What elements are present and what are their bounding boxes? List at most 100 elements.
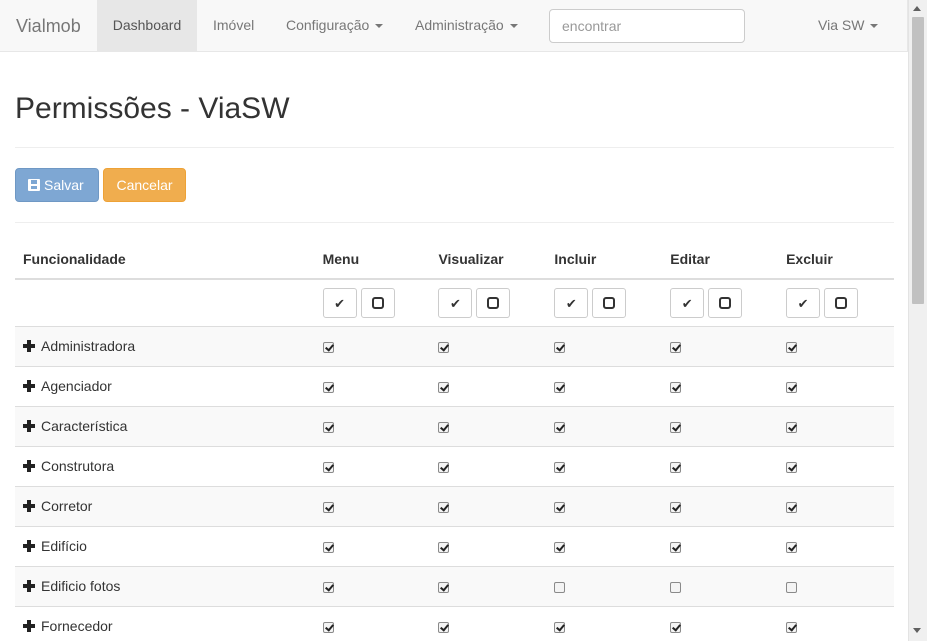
expand-plus-icon[interactable] xyxy=(23,580,35,592)
funcionalidade-label: Administradora xyxy=(41,338,136,354)
perm-cell-editar xyxy=(662,325,779,366)
incluir-checkbox[interactable] xyxy=(554,581,566,593)
divider xyxy=(15,222,894,223)
check-all-visualizar-button[interactable]: ✔ xyxy=(438,287,473,318)
excluir-checkbox[interactable] xyxy=(786,461,798,473)
perm-cell-visualizar xyxy=(430,605,547,641)
nav-administracao[interactable]: Administração xyxy=(415,0,518,51)
visualizar-checkbox[interactable] xyxy=(438,622,450,634)
visualizar-checkbox[interactable] xyxy=(438,381,450,393)
nav-imovel[interactable]: Imóvel xyxy=(213,0,254,51)
perm-cell-visualizar xyxy=(430,325,547,366)
funcionalidade-cell[interactable]: Administradora xyxy=(15,325,315,366)
brand-logo[interactable]: Vialmob xyxy=(16,16,81,37)
menu-checkbox[interactable] xyxy=(322,581,334,593)
empty-box-icon xyxy=(487,296,500,309)
funcionalidade-cell[interactable]: Edificio fotos xyxy=(15,565,315,606)
uncheck-all-excluir-button[interactable] xyxy=(824,287,859,318)
incluir-checkbox[interactable] xyxy=(554,622,566,634)
incluir-checkbox[interactable] xyxy=(554,501,566,513)
excluir-checkbox[interactable] xyxy=(786,581,798,593)
user-menu[interactable]: Via SW xyxy=(818,0,879,51)
menu-checkbox[interactable] xyxy=(322,541,334,553)
scroll-thumb[interactable] xyxy=(912,17,924,304)
expand-plus-icon[interactable] xyxy=(23,620,35,633)
visualizar-checkbox[interactable] xyxy=(438,581,450,593)
incluir-checkbox[interactable] xyxy=(554,341,566,353)
menu-checkbox[interactable] xyxy=(322,381,334,393)
excluir-checkbox[interactable] xyxy=(786,381,798,393)
visualizar-checkbox[interactable] xyxy=(438,501,450,513)
excluir-checkbox[interactable] xyxy=(786,622,798,634)
perm-cell-visualizar xyxy=(430,565,547,606)
expand-plus-icon[interactable] xyxy=(23,540,35,552)
uncheck-all-incluir-button[interactable] xyxy=(592,287,627,318)
menu-checkbox[interactable] xyxy=(322,461,334,473)
header-excluir: Excluir xyxy=(778,240,894,280)
visualizar-checkbox[interactable] xyxy=(438,461,450,473)
uncheck-all-menu-button[interactable] xyxy=(360,287,395,318)
nav-configuracao[interactable]: Configuração xyxy=(286,0,384,51)
funcionalidade-label: Característica xyxy=(41,418,128,434)
editar-checkbox[interactable] xyxy=(670,622,682,634)
vertical-scrollbar[interactable] xyxy=(908,0,927,641)
editar-checkbox[interactable] xyxy=(670,501,682,513)
visualizar-checkbox[interactable] xyxy=(438,541,450,553)
navbar: Vialmob Dashboard Imóvel Configuração Ad… xyxy=(0,0,908,52)
perm-cell-menu xyxy=(314,605,431,641)
perm-cell-menu xyxy=(314,405,431,446)
empty-box-icon xyxy=(371,296,384,309)
incluir-checkbox[interactable] xyxy=(554,421,566,433)
uncheck-all-visualizar-button[interactable] xyxy=(476,287,511,318)
excluir-checkbox[interactable] xyxy=(786,341,798,353)
check-all-editar-button[interactable]: ✔ xyxy=(670,287,705,318)
funcionalidade-cell[interactable]: Agenciador xyxy=(15,365,315,406)
funcionalidade-cell[interactable]: Edifício xyxy=(15,525,315,566)
editar-checkbox[interactable] xyxy=(670,581,682,593)
nav-administracao-label: Administração xyxy=(415,17,504,33)
cancel-button[interactable]: Cancelar xyxy=(103,168,186,202)
funcionalidade-cell[interactable]: Corretor xyxy=(15,485,315,526)
editar-checkbox[interactable] xyxy=(670,541,682,553)
save-button-label: Salvar xyxy=(44,177,84,193)
excluir-checkbox[interactable] xyxy=(786,541,798,553)
expand-plus-icon[interactable] xyxy=(23,460,35,472)
editar-checkbox[interactable] xyxy=(670,381,682,393)
menu-checkbox[interactable] xyxy=(322,501,334,513)
visualizar-checkbox[interactable] xyxy=(438,341,450,353)
divider xyxy=(15,147,894,148)
chevron-down-icon xyxy=(509,24,518,29)
uncheck-all-editar-button[interactable] xyxy=(708,287,743,318)
expand-plus-icon[interactable] xyxy=(23,420,35,432)
permissions-table: Funcionalidade Menu Visualizar Incluir E… xyxy=(15,240,894,641)
visualizar-checkbox[interactable] xyxy=(438,421,450,433)
incluir-checkbox[interactable] xyxy=(554,381,566,393)
excluir-checkbox[interactable] xyxy=(786,421,798,433)
save-button[interactable]: Salvar xyxy=(15,168,99,202)
scroll-up-arrow-icon[interactable] xyxy=(913,6,921,11)
funcionalidade-cell[interactable]: Característica xyxy=(15,405,315,446)
check-all-incluir-button[interactable]: ✔ xyxy=(554,287,589,318)
funcionalidade-cell[interactable]: Fornecedor xyxy=(15,605,315,641)
editar-checkbox[interactable] xyxy=(670,461,682,473)
check-all-excluir-button[interactable]: ✔ xyxy=(786,287,821,318)
incluir-checkbox[interactable] xyxy=(554,541,566,553)
empty-box-icon xyxy=(835,296,848,309)
nav-dashboard[interactable]: Dashboard xyxy=(97,0,197,51)
menu-checkbox[interactable] xyxy=(322,421,334,433)
search-input[interactable] xyxy=(549,9,745,43)
menu-checkbox[interactable] xyxy=(322,622,334,634)
editar-checkbox[interactable] xyxy=(670,341,682,353)
excluir-checkbox[interactable] xyxy=(786,501,798,513)
scroll-down-arrow-icon[interactable] xyxy=(913,628,921,633)
editar-checkbox[interactable] xyxy=(670,421,682,433)
incluir-checkbox[interactable] xyxy=(554,461,566,473)
expand-plus-icon[interactable] xyxy=(23,340,35,352)
expand-plus-icon[interactable] xyxy=(23,380,35,392)
perm-cell-visualizar xyxy=(430,445,547,486)
check-all-menu-button[interactable]: ✔ xyxy=(322,287,357,318)
menu-checkbox[interactable] xyxy=(322,341,334,353)
funcionalidade-cell[interactable]: Construtora xyxy=(15,445,315,486)
nav-configuracao-label: Configuração xyxy=(286,17,370,33)
expand-plus-icon[interactable] xyxy=(23,500,35,512)
